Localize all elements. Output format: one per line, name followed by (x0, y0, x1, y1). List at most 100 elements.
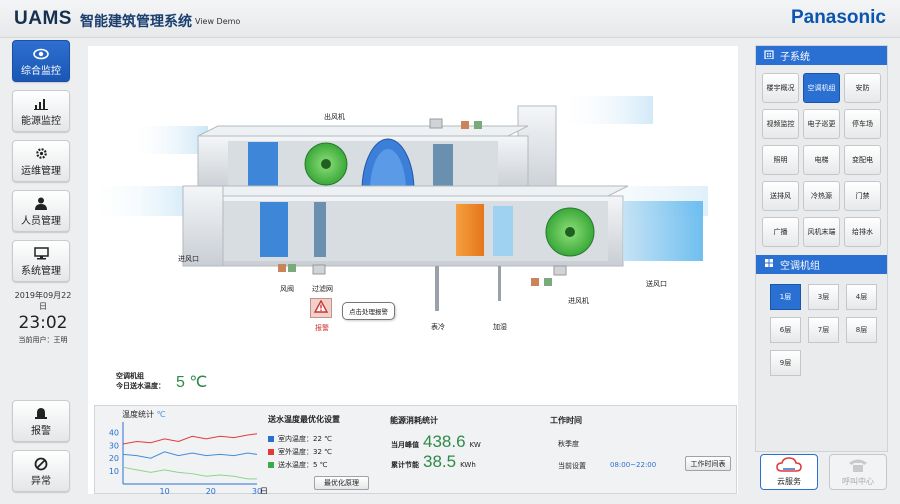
y-tick-label: 10 (109, 467, 119, 476)
subsystem-button[interactable]: 停车场 (844, 109, 881, 139)
optimize-principle-button[interactable]: 最优化原理 (314, 476, 369, 490)
optimize-row-label: 室外温度：32 ℃ (278, 448, 332, 456)
subsystem-button[interactable]: 变配电 (844, 145, 881, 175)
series-line-1 (122, 451, 258, 459)
energy-saving-label: 累计节能 (391, 461, 419, 469)
energy-saving-row: 累计节能 38.5 KWh (391, 452, 476, 472)
temperature-line-chart: 40302010102030日期 (109, 422, 267, 494)
optimize-title: 送水温度最优化设置 (268, 415, 340, 424)
energy-title: 能源消耗统计 (390, 416, 438, 425)
subsystem-button[interactable]: 安防 (844, 73, 881, 103)
ahu-illustration (88, 96, 708, 311)
cloud-icon (776, 457, 802, 476)
label-damper: 风阀 (280, 285, 294, 293)
ahu-floor-header: 空调机组 (756, 255, 887, 274)
right-panel: 子系统 楼宇概况 空调机组 安防 视频监控 电子巡更 停车场 照明 电梯 变配电 送排风 冷热源 门禁… (755, 45, 888, 452)
monitor-icon (33, 245, 49, 262)
subsystem-button[interactable]: 送排风 (762, 181, 799, 211)
subsystem-button[interactable]: 空调机组 (803, 73, 840, 103)
floor-button[interactable]: 9层 (770, 350, 801, 376)
app-title: 智能建筑管理系统 (80, 14, 192, 30)
brand-logo: Panasonic (790, 7, 886, 28)
subsystem-button[interactable]: 楼宇概况 (762, 73, 799, 103)
optimize-list: 室内温度：22 ℃ 室外温度：32 ℃ 送水温度：5 ℃ (268, 434, 332, 470)
legend-swatch (268, 462, 274, 468)
alarm-warning-button[interactable] (310, 298, 332, 318)
series-line-2 (122, 466, 257, 480)
subsystem-button[interactable]: 广播 (762, 217, 799, 247)
energy-saving-value: 38.5 (423, 452, 457, 471)
optimize-row-label: 室内温度：22 ℃ (278, 435, 332, 443)
alarm-label: 报警 (315, 324, 329, 332)
subsystem-button[interactable]: 照明 (762, 145, 799, 175)
optimize-row-supply: 送水温度：5 ℃ (268, 460, 332, 470)
floor-grid: 1层 3层 4层 6层 7层 8层 9层 (756, 274, 887, 376)
label-inlet: 进风口 (178, 255, 199, 263)
floor-button[interactable]: 4层 (846, 284, 877, 310)
nav-item-label: 系统管理 (21, 266, 61, 277)
subsystem-button[interactable]: 电子巡更 (803, 109, 840, 139)
nav-item-energy[interactable]: 能源监控 (12, 90, 70, 132)
floor-button[interactable]: 7层 (808, 317, 839, 343)
exception-button[interactable]: 异常 (12, 450, 70, 492)
alarm-button[interactable]: 报警 (12, 400, 70, 442)
energy-saving-unit: KWh (460, 461, 476, 469)
nav-item-label: 能源监控 (21, 116, 61, 127)
cloud-service-label: 云服务 (777, 477, 801, 486)
app-subtitle: View Demo (195, 17, 241, 26)
user-icon (35, 195, 47, 212)
y-tick-label: 30 (109, 441, 119, 450)
supply-temp-title: 空调机组 (116, 372, 144, 380)
label-exhaust-fan: 出风机 (324, 113, 345, 121)
floor-button[interactable]: 8层 (846, 317, 877, 343)
current-user: 当前用户：王明 (18, 336, 68, 344)
cloud-service-button[interactable]: 云服务 (760, 454, 818, 490)
floor-button[interactable]: 3层 (808, 284, 839, 310)
energy-peak-value: 438.6 (423, 432, 466, 451)
alarm-label: 报警 (31, 426, 51, 437)
series-line-0 (122, 433, 258, 445)
worktime-schedule-button[interactable]: 工作时间表 (685, 456, 731, 471)
warning-triangle-icon (313, 299, 329, 316)
eye-icon (33, 45, 49, 62)
subsystem-button[interactable]: 风机末端 (803, 217, 840, 247)
worktime-setting-label: 当前设置 (558, 462, 586, 470)
subsystem-grid: 楼宇概况 空调机组 安防视频监控 电子巡更 停车场照明 电梯 变配电送排风 冷热源 门禁广播 风机… (756, 65, 887, 247)
stats-panel: 温度统计 ℃ 40302010102030日期 送水温度最优化设置 室内温度：2… (94, 405, 737, 494)
label-outlet: 送风口 (646, 280, 667, 288)
nav-item-maintenance[interactable]: 运维管理 (12, 140, 70, 182)
optimize-row-indoor: 室内温度：22 ℃ (268, 434, 332, 444)
energy-peak-row: 当月峰值 438.6 KW (391, 432, 481, 452)
ahu-floor-title: 空调机组 (780, 261, 820, 272)
subsystem-button[interactable]: 给排水 (844, 217, 881, 247)
main-nav: 综合监控 能源监控 运维管理 人员管理 系统管理 (12, 40, 70, 290)
subsystem-button[interactable]: 门禁 (844, 181, 881, 211)
subsystem-button[interactable]: 电梯 (803, 145, 840, 175)
nav-item-overview[interactable]: 综合监控 (12, 40, 70, 82)
subsystem-header: 子系统 (756, 46, 887, 65)
call-center-label: 呼叫中心 (842, 477, 874, 486)
header-bar: UAMS 智能建筑管理系统 View Demo Panasonic (0, 0, 900, 38)
x-axis-label: 日期 (260, 487, 267, 494)
nav-item-personnel[interactable]: 人员管理 (12, 190, 70, 232)
nav-item-label: 运维管理 (21, 166, 61, 177)
optimize-row-outdoor: 室外温度：32 ℃ (268, 447, 332, 457)
current-date: 2019年09月22日 (14, 291, 72, 311)
subsystem-button[interactable]: 冷热源 (803, 181, 840, 211)
worktime-setting-value: 08:00~22:00 (610, 461, 657, 469)
nav-item-system[interactable]: 系统管理 (12, 240, 70, 282)
subsystem-button[interactable]: 视频监控 (762, 109, 799, 139)
gear-icon (35, 145, 48, 162)
bottom-nav: 报警 异常 (12, 400, 70, 500)
exception-label: 异常 (31, 476, 51, 487)
floor-button[interactable]: 1层 (770, 284, 801, 310)
x-tick-label: 10 (159, 487, 169, 494)
label-filter: 过滤网 (312, 285, 333, 293)
call-center-button[interactable]: 呼叫中心 (829, 454, 887, 490)
optimize-row-label: 送水温度：5 ℃ (278, 461, 328, 469)
floor-button[interactable]: 6层 (770, 317, 801, 343)
y-tick-label: 40 (109, 428, 119, 437)
alarm-tooltip[interactable]: 点击处理报警 (342, 302, 395, 320)
legend-swatch (268, 436, 274, 442)
app-logo: UAMS (14, 8, 72, 29)
